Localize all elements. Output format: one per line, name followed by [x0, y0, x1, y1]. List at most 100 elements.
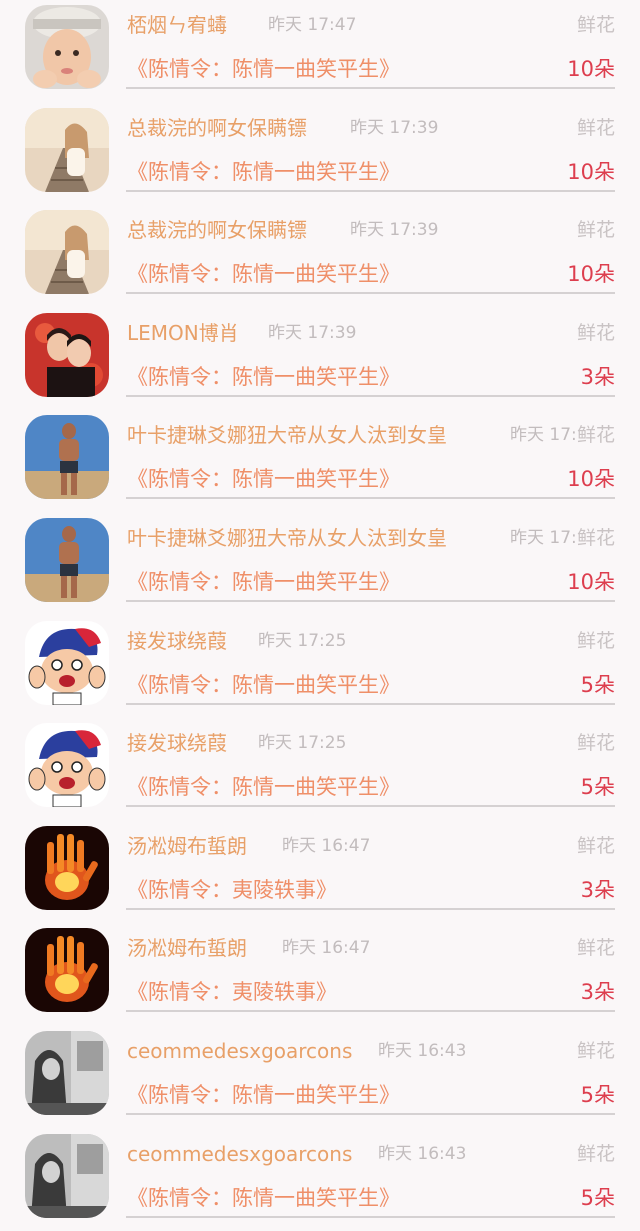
gift-count: 10朵 [567, 57, 615, 81]
list-item[interactable]: ceommedesxgoarcons 昨天 16:43 鲜花 《陈情令：陈情一曲… [0, 1129, 640, 1231]
gift-count: 10朵 [567, 467, 615, 492]
avatar[interactable] [25, 723, 109, 808]
avatar[interactable] [25, 620, 109, 705]
gift-type-label: 鲜花 [574, 1140, 615, 1167]
work-title[interactable]: 《陈情令：陈情一曲笑平生》 [127, 465, 400, 493]
list-item[interactable]: 总裁浣的啊女保瞒镖 昨天 17:39 鲜花 《陈情令：陈情一曲笑平生》 10朵 [0, 103, 640, 206]
send-time: 昨天 16:47 [282, 938, 371, 959]
list-item[interactable]: 接发球绕葭 昨天 17:25 鲜花 《陈情令：陈情一曲笑平生》 5朵 [0, 616, 640, 719]
divider [126, 1010, 615, 1013]
grayscale-girl-avatar-icon [25, 1030, 109, 1115]
avatar[interactable] [25, 107, 109, 192]
list-item[interactable]: ceommedesxgoarcons 昨天 16:43 鲜花 《陈情令：陈情一曲… [0, 1026, 640, 1129]
list-item[interactable]: 汤凇姆布蜇朗 昨天 16:47 鲜花 《陈情令：夷陵轶事》 3朵 [0, 821, 640, 924]
divider [126, 189, 615, 192]
send-time: 昨天 16:47 [282, 835, 371, 856]
divider [126, 1112, 615, 1115]
sender-name[interactable]: ceommedesxgoarcons [127, 1038, 352, 1064]
fire-hand-avatar-icon [25, 928, 109, 1013]
list-item[interactable]: 汤凇姆布蜇朗 昨天 16:47 鲜花 《陈情令：夷陵轶事》 3朵 [0, 923, 640, 1026]
gift-type-label: 鲜花 [574, 627, 615, 654]
railway-girl-avatar-icon [25, 210, 109, 295]
gift-type-label: 鲜花 [574, 422, 615, 449]
cartoon-boy-avatar-icon [25, 620, 109, 705]
divider [126, 87, 615, 89]
gift-count: 5朵 [580, 775, 615, 800]
sender-name[interactable]: 接发球绕葭 [127, 628, 227, 654]
gift-type-label: 鲜花 [574, 730, 615, 757]
sender-name[interactable]: LEMON博肖 [127, 320, 239, 346]
gift-type-label: 鲜花 [574, 114, 615, 141]
gift-type-label: 鲜花 [574, 935, 615, 962]
sender-name[interactable]: 桮烟ㄣ宥蝳 [127, 12, 227, 38]
gift-type-label: 鲜花 [574, 319, 615, 346]
work-title[interactable]: 《陈情令：陈情一曲笑平生》 [127, 158, 400, 186]
avatar[interactable] [25, 5, 109, 89]
send-time: 昨天 16:43 [378, 1143, 467, 1164]
sender-name[interactable]: 总裁浣的啊女保瞒镖 [127, 217, 307, 243]
avatar[interactable] [25, 825, 109, 910]
gift-count: 5朵 [580, 1185, 615, 1210]
gift-count: 10朵 [567, 569, 615, 594]
gift-count: 10朵 [567, 262, 615, 287]
list-item[interactable]: 叶卡捷琳爻娜狃大帝从女人汰到女皇 昨天 17:34 鲜花 《陈情令：陈情一曲笑平… [0, 513, 640, 616]
avatar[interactable] [25, 312, 109, 397]
sender-name[interactable]: ceommedesxgoarcons [127, 1141, 352, 1167]
avatar[interactable] [25, 1030, 109, 1115]
work-title[interactable]: 《陈情令：夷陵轶事》 [127, 978, 337, 1006]
fire-hand-avatar-icon [25, 825, 109, 910]
send-time: 昨天 17:39 [350, 117, 439, 138]
work-title[interactable]: 《陈情令：陈情一曲笑平生》 [127, 1081, 400, 1109]
gift-type-label: 鲜花 [574, 217, 615, 244]
list-item[interactable]: 桮烟ㄣ宥蝳 昨天 17:47 鲜花 《陈情令：陈情一曲笑平生》 10朵 [0, 0, 640, 103]
avatar[interactable] [25, 415, 109, 500]
sender-name[interactable]: 汤凇姆布蜇朗 [127, 935, 247, 961]
send-time: 昨天 16:43 [378, 1040, 467, 1061]
work-title[interactable]: 《陈情令：夷陵轶事》 [127, 876, 337, 904]
work-title[interactable]: 《陈情令：陈情一曲笑平生》 [127, 773, 400, 801]
gift-count: 3朵 [580, 364, 615, 389]
divider [126, 394, 615, 397]
divider [126, 599, 615, 602]
avatar[interactable] [25, 928, 109, 1013]
gift-type-label: 鲜花 [574, 12, 615, 38]
send-time: 昨天 17:25 [258, 630, 347, 651]
couple-red-avatar-icon [25, 312, 109, 397]
work-title[interactable]: 《陈情令：陈情一曲笑平生》 [127, 568, 400, 596]
sender-name[interactable]: 接发球绕葭 [127, 730, 227, 756]
work-title[interactable]: 《陈情令：陈情一曲笑平生》 [127, 55, 400, 83]
gift-count: 5朵 [580, 1082, 615, 1107]
send-time: 昨天 17:39 [268, 322, 357, 343]
divider [126, 805, 615, 808]
list-item[interactable]: 接发球绕葭 昨天 17:25 鲜花 《陈情令：陈情一曲笑平生》 5朵 [0, 718, 640, 821]
runner-sky-avatar-icon [25, 415, 109, 500]
list-item[interactable]: LEMON博肖 昨天 17:39 鲜花 《陈情令：陈情一曲笑平生》 3朵 [0, 308, 640, 411]
gift-record-list: 桮烟ㄣ宥蝳 昨天 17:47 鲜花 《陈情令：陈情一曲笑平生》 10朵 总裁浣的… [0, 0, 640, 1231]
divider [126, 702, 615, 705]
send-time: 昨天 17:25 [258, 733, 347, 754]
send-time: 昨天 17:39 [350, 220, 439, 241]
sender-name[interactable]: 叶卡捷琳爻娜狃大帝从女人汰到女皇 [127, 422, 447, 448]
work-title[interactable]: 《陈情令：陈情一曲笑平生》 [127, 260, 400, 288]
work-title[interactable]: 《陈情令：陈情一曲笑平生》 [127, 1184, 400, 1212]
send-time: 昨天 17:47 [268, 15, 357, 35]
gift-count: 3朵 [580, 877, 615, 902]
runner-sky-avatar-icon [25, 517, 109, 602]
avatar[interactable] [25, 210, 109, 295]
work-title[interactable]: 《陈情令：陈情一曲笑平生》 [127, 671, 400, 699]
railway-girl-avatar-icon [25, 107, 109, 192]
sender-name[interactable]: 叶卡捷琳爻娜狃大帝从女人汰到女皇 [127, 525, 447, 551]
gift-count: 5朵 [580, 672, 615, 697]
gift-type-label: 鲜花 [574, 524, 615, 551]
list-item[interactable]: 叶卡捷琳爻娜狃大帝从女人汰到女皇 昨天 17:34 鲜花 《陈情令：陈情一曲笑平… [0, 410, 640, 513]
sender-name[interactable]: 总裁浣的啊女保瞒镖 [127, 115, 307, 141]
gift-type-label: 鲜花 [574, 832, 615, 859]
divider [126, 292, 615, 295]
cartoon-boy-avatar-icon [25, 723, 109, 808]
sender-name[interactable]: 汤凇姆布蜇朗 [127, 833, 247, 859]
list-item[interactable]: 总裁浣的啊女保瞒镖 昨天 17:39 鲜花 《陈情令：陈情一曲笑平生》 10朵 [0, 205, 640, 308]
divider [126, 1215, 615, 1218]
work-title[interactable]: 《陈情令：陈情一曲笑平生》 [127, 363, 400, 391]
divider [126, 497, 615, 500]
avatar[interactable] [25, 517, 109, 602]
